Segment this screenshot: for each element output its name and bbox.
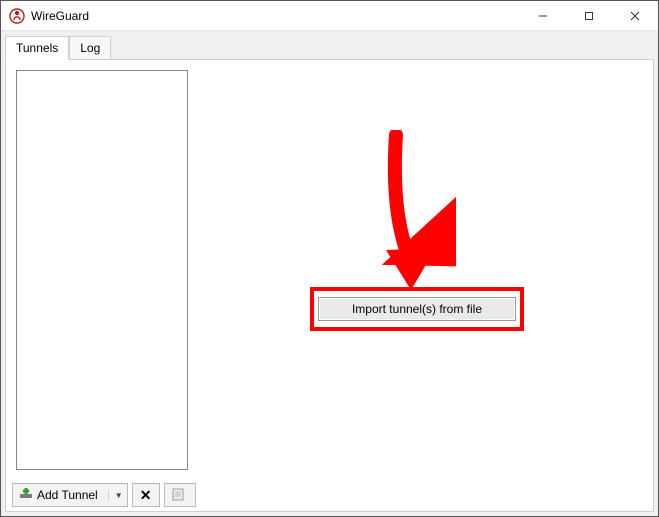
export-icon [172, 487, 188, 504]
dropdown-icon: ▼ [108, 491, 123, 500]
delete-tunnel-button[interactable]: ✕ [132, 483, 160, 507]
bottom-toolbar: Add Tunnel ▼ ✕ [6, 481, 653, 511]
window-title: WireGuard [31, 9, 89, 23]
minimize-button[interactable] [520, 1, 566, 31]
tab-tunnels[interactable]: Tunnels [5, 36, 69, 60]
import-tunnel-button[interactable]: Import tunnel(s) from file [318, 297, 516, 321]
annotation-highlight: Import tunnel(s) from file [310, 287, 524, 331]
client-area: Tunnels Log Import tunnel(s) from file [1, 31, 658, 516]
close-button[interactable] [612, 1, 658, 31]
maximize-button[interactable] [566, 1, 612, 31]
window-controls [520, 1, 658, 31]
panel-body: Import tunnel(s) from file [6, 60, 653, 481]
add-tunnel-icon [19, 488, 33, 502]
delete-icon: ✕ [140, 487, 152, 504]
tunnel-list[interactable] [16, 70, 188, 470]
add-tunnel-label: Add Tunnel [37, 488, 98, 502]
tab-panel-tunnels: Import tunnel(s) from file Add Tunnel ▼ [5, 59, 654, 512]
app-icon [9, 8, 25, 24]
titlebar: WireGuard [1, 1, 658, 31]
tab-log[interactable]: Log [69, 36, 111, 60]
annotation-arrow-icon [356, 130, 456, 300]
tab-strip: Tunnels Log [1, 33, 658, 59]
app-window: WireGuard Tunnels Log [0, 0, 659, 517]
export-tunnel-button[interactable] [164, 483, 196, 507]
add-tunnel-button[interactable]: Add Tunnel ▼ [12, 483, 128, 507]
